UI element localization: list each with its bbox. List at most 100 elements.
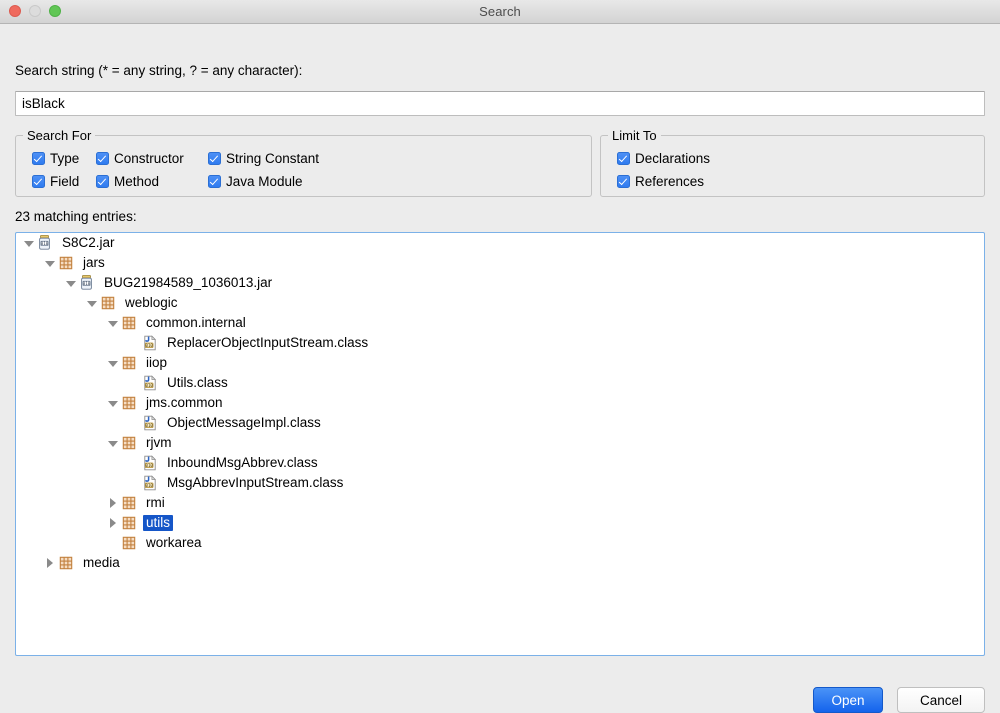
search-input[interactable] <box>15 91 985 116</box>
tree-item[interactable]: weblogic <box>16 293 984 313</box>
tree-item-label: InboundMsgAbbrev.class <box>167 455 318 470</box>
limit-to-legend: Limit To <box>608 128 661 143</box>
tree-item[interactable]: 010 ObjectMessageImpl.class <box>16 413 984 433</box>
tree-item[interactable]: jms.common <box>16 393 984 413</box>
tree-item[interactable]: iiop <box>16 353 984 373</box>
package-icon <box>121 515 138 531</box>
chevron-down-icon[interactable] <box>84 293 100 313</box>
svg-text:010: 010 <box>83 281 91 286</box>
checkbox-label: Method <box>114 174 160 189</box>
tree-item-label: rjvm <box>146 435 172 450</box>
checkbox-checked-icon <box>32 152 45 165</box>
checkbox-checked-icon <box>208 175 221 188</box>
class-icon: 010 <box>142 455 159 471</box>
tree-item[interactable]: rmi <box>16 493 984 513</box>
search-string-label: Search string (* = any string, ? = any c… <box>15 63 303 78</box>
dialog-content: Search string (* = any string, ? = any c… <box>0 24 1000 713</box>
tree-item-label: rmi <box>146 495 165 510</box>
checkbox-checked-icon <box>208 152 221 165</box>
tree-item[interactable]: 010 Utils.class <box>16 373 984 393</box>
svg-text:010: 010 <box>145 463 153 468</box>
window-controls <box>9 5 61 17</box>
chevron-down-icon[interactable] <box>42 253 58 273</box>
checkbox-checked-icon <box>96 152 109 165</box>
checkbox-label: References <box>635 174 705 189</box>
checkbox-field[interactable]: Field <box>32 174 79 189</box>
tree-item-label: Utils.class <box>167 375 228 390</box>
svg-text:010: 010 <box>145 483 153 488</box>
class-icon: 010 <box>142 335 159 351</box>
tree-item[interactable]: 010 S8C2.jar <box>16 233 984 253</box>
chevron-right-icon[interactable] <box>42 553 58 573</box>
window-title: Search <box>479 4 521 19</box>
package-icon <box>100 295 117 311</box>
package-icon <box>121 535 138 551</box>
class-icon: 010 <box>142 375 159 391</box>
package-icon <box>121 355 138 371</box>
tree-item[interactable]: common.internal <box>16 313 984 333</box>
close-button[interactable] <box>9 5 21 17</box>
window-titlebar: Search <box>0 0 1000 24</box>
tree-item[interactable]: 010 ReplacerObjectInputStream.class <box>16 333 984 353</box>
tree-item[interactable]: 010 MsgAbbrevInputStream.class <box>16 473 984 493</box>
package-icon <box>121 395 138 411</box>
tree-item-label: iiop <box>146 355 168 370</box>
package-icon <box>121 435 138 451</box>
tree-item-label: media <box>83 555 120 570</box>
tree-item-label: workarea <box>146 535 202 550</box>
checkbox-label: Constructor <box>114 151 184 166</box>
tree-item-label: utils <box>143 515 174 531</box>
checkbox-label: Field <box>50 174 80 189</box>
chevron-down-icon[interactable] <box>105 353 121 373</box>
tree-item[interactable]: utils <box>16 513 984 533</box>
matching-entries-label: 23 matching entries: <box>15 209 137 224</box>
svg-text:010: 010 <box>145 423 153 428</box>
checkbox-constructor[interactable]: Constructor <box>96 151 184 166</box>
checkbox-references[interactable]: References <box>617 174 704 189</box>
checkbox-checked-icon <box>617 152 630 165</box>
checkbox-type[interactable]: Type <box>32 151 79 166</box>
checkbox-string-constant[interactable]: String Constant <box>208 151 319 166</box>
chevron-down-icon[interactable] <box>105 313 121 333</box>
cancel-button[interactable]: Cancel <box>897 687 985 713</box>
tree-item-label: BUG21984589_1036013.jar <box>104 275 273 290</box>
tree-item[interactable]: 010 BUG21984589_1036013.jar <box>16 273 984 293</box>
tree-item[interactable]: workarea <box>16 533 984 553</box>
chevron-right-icon[interactable] <box>105 513 121 533</box>
results-tree[interactable]: 010 S8C2.jar jars 010 BUG21984589_1036013.ja… <box>15 232 985 656</box>
chevron-down-icon[interactable] <box>21 233 37 253</box>
package-icon <box>121 495 138 511</box>
jar-icon: 010 <box>37 235 54 251</box>
tree-item[interactable]: 010 InboundMsgAbbrev.class <box>16 453 984 473</box>
tree-item[interactable]: jars <box>16 253 984 273</box>
checkbox-declarations[interactable]: Declarations <box>617 151 710 166</box>
chevron-down-icon[interactable] <box>63 273 79 293</box>
checkbox-label: Java Module <box>226 174 303 189</box>
open-button[interactable]: Open <box>813 687 883 713</box>
tree-item-label: S8C2.jar <box>62 235 115 250</box>
tree-item[interactable]: rjvm <box>16 433 984 453</box>
package-icon <box>58 255 75 271</box>
tree-item[interactable]: media <box>16 553 984 573</box>
limit-to-group: Limit To Declarations References <box>600 128 985 197</box>
tree-item-label: weblogic <box>125 295 178 310</box>
checkbox-method[interactable]: Method <box>96 174 159 189</box>
tree-item-label: ReplacerObjectInputStream.class <box>167 335 369 350</box>
search-for-group: Search For Type Constructor String Const… <box>15 128 592 197</box>
minimize-button[interactable] <box>29 5 41 17</box>
class-icon: 010 <box>142 475 159 491</box>
chevron-down-icon[interactable] <box>105 433 121 453</box>
chevron-down-icon[interactable] <box>105 393 121 413</box>
tree-item-label: jars <box>83 255 105 270</box>
maximize-button[interactable] <box>49 5 61 17</box>
svg-text:010: 010 <box>145 343 153 348</box>
package-icon <box>121 315 138 331</box>
chevron-right-icon[interactable] <box>105 493 121 513</box>
checkbox-java-module[interactable]: Java Module <box>208 174 303 189</box>
